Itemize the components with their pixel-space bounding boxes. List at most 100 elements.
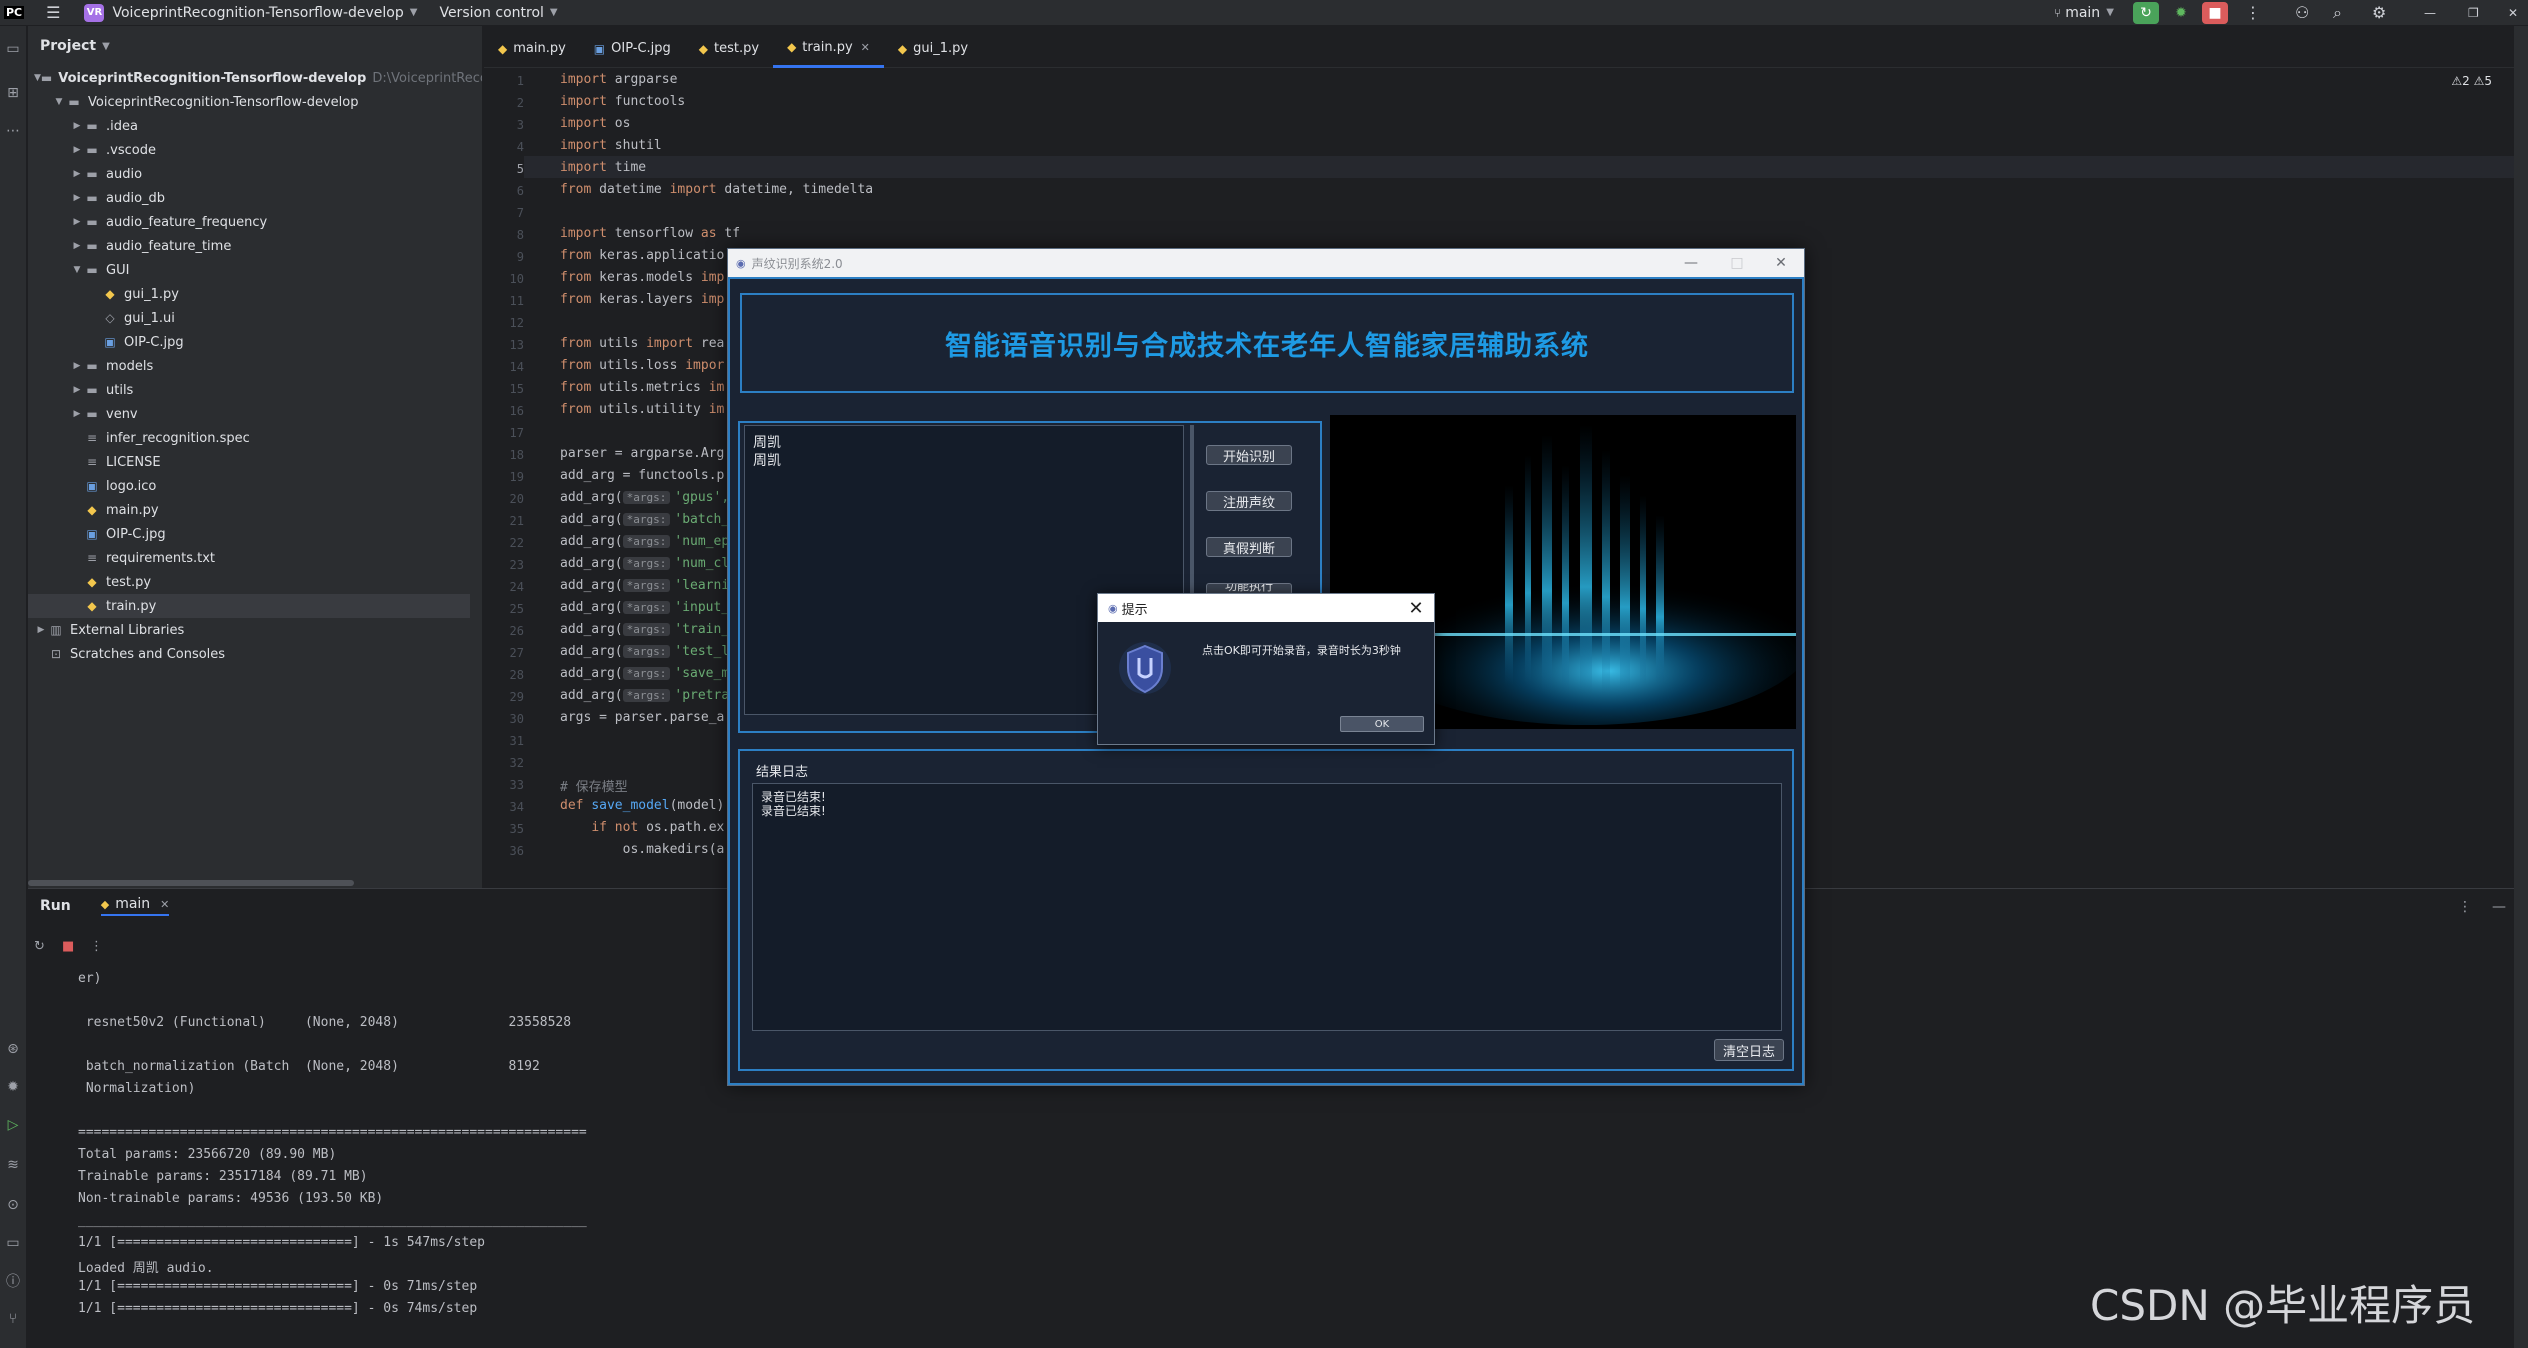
code-line[interactable]: add_arg(*args:'batch_ — [560, 512, 729, 527]
code-line[interactable]: if not os.path.ex — [560, 820, 724, 835]
tree-item[interactable]: ▶ ▬ audio_feature_frequency — [28, 210, 470, 234]
close-icon[interactable]: ✕ — [160, 898, 169, 911]
code-line[interactable]: import time — [560, 160, 646, 175]
more-icon[interactable]: ⋮ — [90, 939, 103, 954]
tree-item[interactable]: ⊡ Scratches and Consoles — [28, 642, 470, 666]
project-switcher[interactable]: VR VoiceprintRecognition-Tensorflow-deve… — [84, 3, 417, 22]
tree-item[interactable]: ▼ ▬ GUI — [28, 258, 470, 282]
structure-icon[interactable]: ⊞ — [4, 84, 22, 102]
code-line[interactable]: args = parser.parse_a — [560, 710, 724, 725]
chevron-right-icon[interactable]: ▶ — [70, 361, 84, 371]
code-line[interactable]: from keras.applicatio — [560, 248, 724, 263]
code-line[interactable]: add_arg(*args:'input_ — [560, 600, 729, 615]
version-control-menu[interactable]: Version control ▼ — [439, 5, 557, 21]
code-line[interactable]: from utils.metrics im — [560, 380, 724, 395]
editor-tab[interactable]: ◆ gui_1.py — [884, 30, 982, 68]
editor-tab[interactable]: ◆ train.py ✕ — [773, 30, 884, 68]
chevron-right-icon[interactable]: ▶ — [70, 241, 84, 251]
code-line[interactable]: def save_model(model) — [560, 798, 724, 813]
editor-tab[interactable]: ◆ test.py — [685, 30, 773, 68]
project-panel-header[interactable]: Project ▼ — [28, 26, 482, 66]
chevron-down-icon[interactable]: ▼ — [34, 73, 41, 83]
clear-log-button[interactable]: 清空日志 — [1714, 1039, 1784, 1061]
code-line[interactable]: add_arg(*args:'gpus', — [560, 490, 729, 505]
chevron-right-icon[interactable]: ▶ — [70, 121, 84, 131]
code-line[interactable]: from utils.loss impor — [560, 358, 724, 373]
branch-selector[interactable]: ⑂ main ▼ — [2054, 5, 2114, 21]
maximize-icon[interactable]: □ — [1714, 249, 1760, 277]
chevron-right-icon[interactable]: ▶ — [70, 193, 84, 203]
rerun-icon[interactable]: ↻ — [34, 939, 45, 954]
tree-item[interactable]: ▶ ▥ External Libraries — [28, 618, 470, 642]
code-line[interactable]: import os — [560, 116, 630, 131]
tree-item[interactable]: ▣ logo.ico — [28, 474, 470, 498]
authenticity-check-button[interactable]: 真假判断 — [1206, 537, 1292, 557]
code-line[interactable]: add_arg(*args:'num_ep — [560, 534, 729, 549]
chevron-right-icon[interactable]: ▶ — [70, 409, 84, 419]
code-line[interactable]: add_arg(*args:'pretra — [560, 688, 729, 703]
stop-icon[interactable]: ■ — [62, 939, 74, 954]
tree-item[interactable]: ◆ main.py — [28, 498, 470, 522]
code-line[interactable]: from keras.layers imp — [560, 292, 724, 307]
start-recognition-button[interactable]: 开始识别 — [1206, 445, 1292, 465]
code-line[interactable]: add_arg(*args:'test_l — [560, 644, 729, 659]
close-icon[interactable]: ✕ — [2508, 6, 2518, 20]
close-icon[interactable]: ✕ — [1758, 249, 1804, 277]
maximize-icon[interactable]: ❐ — [2468, 6, 2479, 20]
code-line[interactable]: add_arg(*args:'num_cl — [560, 556, 729, 571]
tree-item[interactable]: ▶ ▬ audio — [28, 162, 470, 186]
code-line[interactable]: add_arg = functools.p — [560, 468, 724, 483]
chevron-right-icon[interactable]: ▶ — [70, 145, 84, 155]
python-packages-icon[interactable]: ⊛ — [4, 1040, 22, 1058]
tree-item[interactable]: ≡ requirements.txt — [28, 546, 470, 570]
code-line[interactable]: from datetime import datetime, timedelta — [560, 182, 873, 197]
search-icon[interactable]: ⌕ — [2333, 3, 2342, 23]
minimize-panel-icon[interactable]: — — [2492, 899, 2506, 915]
close-icon[interactable]: ✕ — [861, 41, 870, 54]
run-config-tab[interactable]: ◆ main ✕ — [100, 896, 170, 916]
services-icon[interactable]: ⊙ — [4, 1196, 22, 1214]
debug-icon[interactable]: ✹ — [4, 1078, 22, 1096]
code-line[interactable]: import argparse — [560, 72, 677, 87]
code-line[interactable]: from utils.utility im — [560, 402, 724, 417]
code-line[interactable]: from keras.models imp — [560, 270, 724, 285]
tree-item[interactable]: ▶ ▬ .idea — [28, 114, 470, 138]
tree-item[interactable]: ▶ ▬ utils — [28, 378, 470, 402]
tree-item[interactable]: ▶ ▬ audio_feature_time — [28, 234, 470, 258]
terminal-icon[interactable]: ▭ — [4, 1234, 22, 1252]
code-line[interactable]: from utils import rea — [560, 336, 724, 351]
stop-icon[interactable]: ■ — [2202, 2, 2228, 24]
layers-icon[interactable]: ≋ — [4, 1156, 22, 1174]
folder-icon[interactable]: ▭ — [4, 40, 22, 58]
tree-item[interactable]: ≡ LICENSE — [28, 450, 470, 474]
tree-item[interactable]: ≡ infer_recognition.spec — [28, 426, 470, 450]
code-line[interactable]: os.makedirs(a — [560, 842, 725, 857]
version-control-icon[interactable]: ⑂ — [4, 1310, 22, 1328]
chevron-right-icon[interactable]: ▶ — [34, 625, 48, 635]
ok-button[interactable]: OK — [1340, 716, 1424, 732]
horizontal-scrollbar[interactable] — [28, 880, 354, 886]
gear-icon[interactable]: ⚙ — [2372, 3, 2386, 22]
tree-item[interactable]: ▶ ▬ venv — [28, 402, 470, 426]
minimize-icon[interactable]: — — [1668, 249, 1714, 277]
code-line[interactable]: add_arg(*args:'train_ — [560, 622, 729, 637]
code-line[interactable]: # 保存模型 — [560, 776, 628, 795]
chevron-right-icon[interactable]: ▶ — [70, 217, 84, 227]
more-icon[interactable]: ⋮ — [2245, 3, 2261, 22]
code-line[interactable]: import functools — [560, 94, 685, 109]
tree-item[interactable]: ▣ OIP-C.jpg — [28, 522, 470, 546]
tree-item[interactable]: ▼ ▬ VoiceprintRecognition-Tensorflow-devel… — [28, 66, 482, 90]
tree-item[interactable]: ▶ ▬ models — [28, 354, 470, 378]
tree-item[interactable]: ▶ ▬ .vscode — [28, 138, 470, 162]
main-menu-icon[interactable]: ☰ — [46, 3, 60, 22]
run-icon[interactable]: ▷ — [4, 1116, 22, 1134]
chevron-right-icon[interactable]: ▶ — [70, 385, 84, 395]
tree-item[interactable]: ◆ train.py — [28, 594, 470, 618]
problems-icon[interactable]: ⓘ — [4, 1272, 22, 1290]
minimize-icon[interactable]: — — [2424, 6, 2436, 20]
tree-item[interactable]: ◆ gui_1.py — [28, 282, 470, 306]
more-icon[interactable]: ⋮ — [2458, 899, 2472, 915]
ide-logo-icon[interactable]: PC — [4, 6, 25, 19]
chevron-down-icon[interactable]: ▼ — [52, 97, 66, 107]
tree-item[interactable]: ▣ OIP-C.jpg — [28, 330, 470, 354]
